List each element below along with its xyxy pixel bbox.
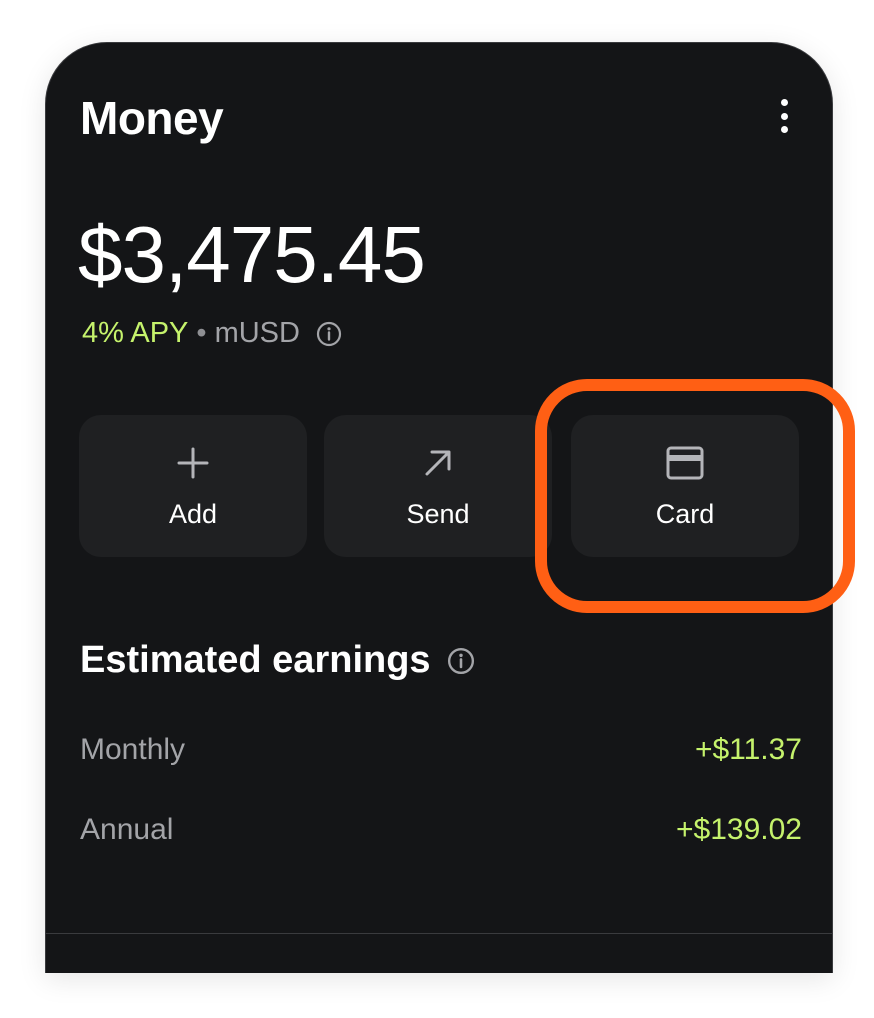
currency-label: mUSD <box>214 317 300 349</box>
add-button[interactable]: Add <box>79 415 307 557</box>
kebab-dot <box>780 112 788 120</box>
apy-label: 4% APY <box>82 317 189 349</box>
card-button-label: Card <box>655 499 715 529</box>
separator-dot: • <box>196 317 207 349</box>
info-icon[interactable] <box>447 647 475 675</box>
more-vertical-icon[interactable] <box>773 99 795 133</box>
estimated-earnings-heading: Estimated earnings <box>80 639 475 682</box>
earnings-row-annual: Annual +$139.02 <box>80 813 802 847</box>
earnings-value: +$139.02 <box>676 813 802 846</box>
kebab-dot <box>780 126 788 133</box>
earnings-label: Annual <box>80 813 174 846</box>
estimated-earnings-title: Estimated earnings <box>80 639 431 681</box>
credit-card-icon <box>666 446 704 480</box>
arrow-up-right-icon <box>425 450 451 476</box>
plus-icon <box>177 447 209 479</box>
page-title: Money <box>80 92 224 144</box>
send-button[interactable]: Send <box>324 415 552 557</box>
earnings-row-monthly: Monthly +$11.37 <box>80 733 802 767</box>
send-button-label: Send <box>406 499 470 529</box>
earnings-label: Monthly <box>80 733 186 766</box>
card-button[interactable]: Card <box>571 415 799 557</box>
balance-amount: $3,475.45 <box>78 210 426 299</box>
money-panel: Money $3,475.45 4% APY • mUSD Add Send C… <box>45 42 855 973</box>
info-icon[interactable] <box>316 321 342 347</box>
add-button-label: Add <box>168 499 218 529</box>
earnings-value: +$11.37 <box>694 733 802 766</box>
section-divider <box>46 933 832 934</box>
kebab-dot <box>780 99 788 106</box>
apy-row: 4% APY • mUSD <box>82 317 342 350</box>
